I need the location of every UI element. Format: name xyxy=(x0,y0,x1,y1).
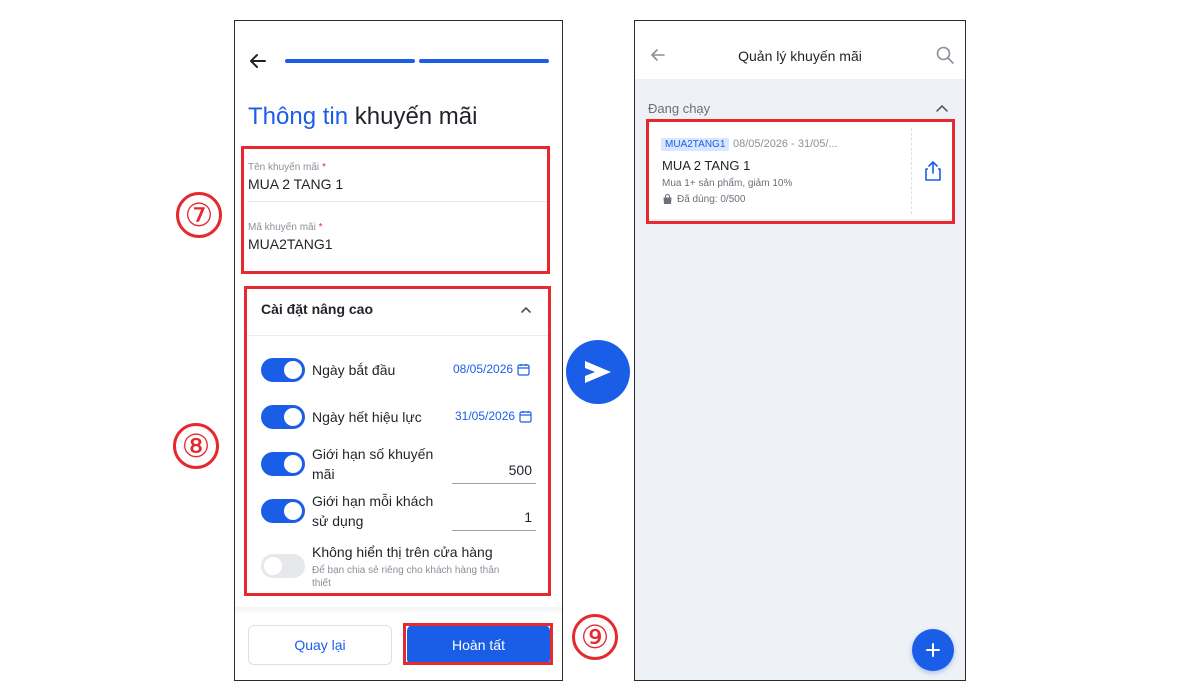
step-number-7: ⑦ xyxy=(176,192,222,238)
highlight-basic-info xyxy=(241,146,550,274)
highlight-finish-button xyxy=(403,623,553,665)
arrow-left-icon[interactable] xyxy=(247,50,269,72)
search-icon[interactable] xyxy=(935,45,955,65)
highlight-promo-card xyxy=(646,119,955,224)
highlight-advanced-settings xyxy=(244,286,551,596)
step-number-8: ⑧ xyxy=(173,423,219,469)
progress-step-1 xyxy=(285,59,415,63)
add-promo-button[interactable] xyxy=(912,629,954,671)
progress-step-2 xyxy=(419,59,549,63)
plus-icon xyxy=(926,643,940,657)
section-running-label[interactable]: Đang chạy xyxy=(648,101,710,116)
step-number-9: ⑨ xyxy=(572,614,618,660)
step-progress xyxy=(285,59,549,63)
page-title: Thông tin khuyến mãi xyxy=(248,103,477,131)
next-step-indicator xyxy=(566,340,630,404)
page-title-highlight: Thông tin xyxy=(248,103,349,130)
back-button[interactable]: Quay lại xyxy=(248,625,392,665)
app-header: Quản lý khuyến mãi xyxy=(635,21,965,79)
chevron-right-icon xyxy=(585,361,611,383)
page-title: Quản lý khuyến mãi xyxy=(738,48,862,64)
page-title-rest: khuyến mãi xyxy=(348,103,478,130)
footer-divider xyxy=(235,607,562,615)
chevron-up-icon[interactable] xyxy=(935,101,949,115)
